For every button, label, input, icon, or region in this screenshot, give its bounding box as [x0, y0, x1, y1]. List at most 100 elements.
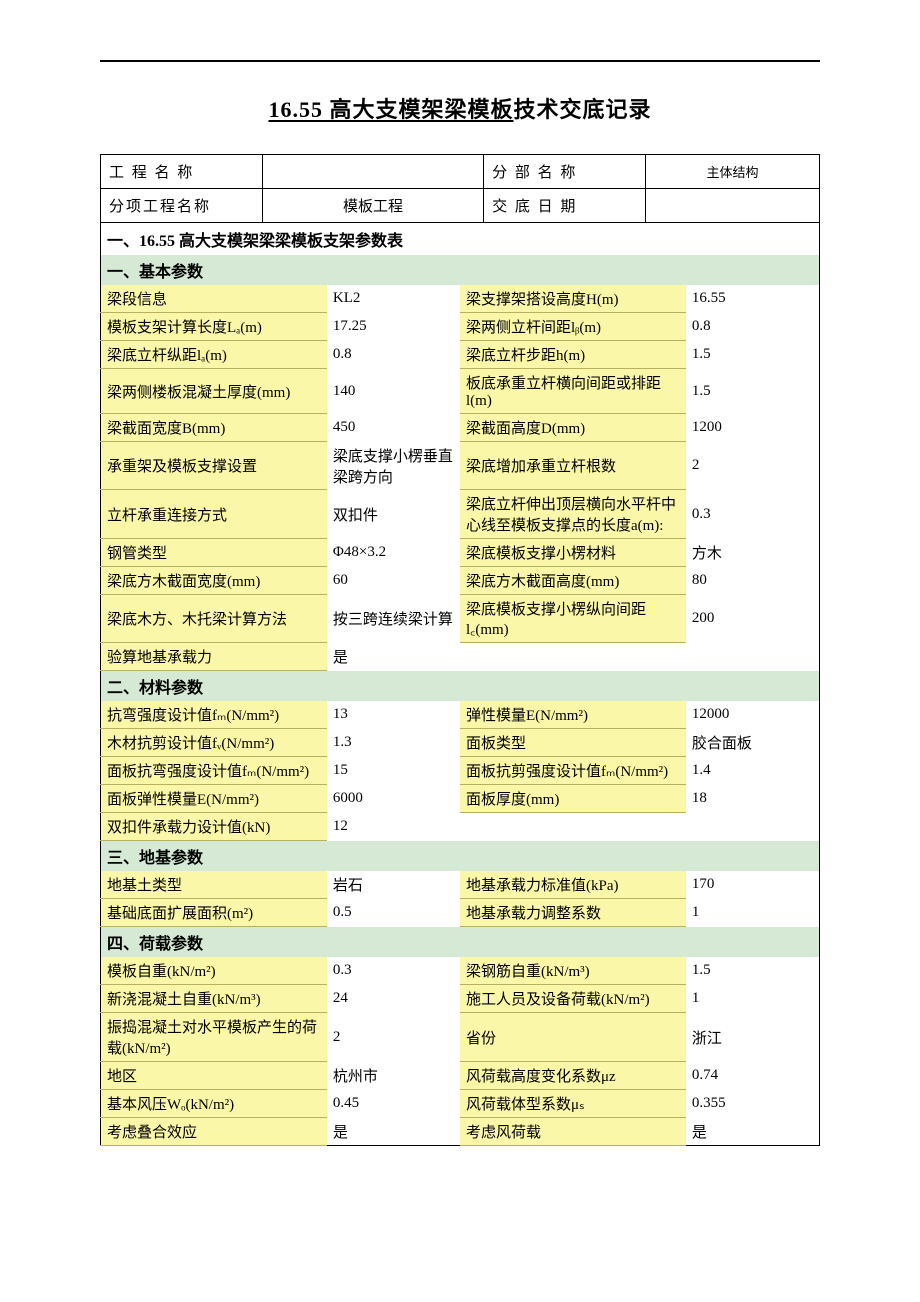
param-value: 岩石 — [327, 871, 460, 899]
param-value: 15 — [327, 757, 460, 785]
group-header: 二、材料参数 — [101, 671, 820, 702]
param-row: 面板抗弯强度设计值fₘ(N/mm²)15面板抗剪强度设计值fₘ(N/mm²)1.… — [101, 757, 820, 785]
param-value: 1 — [686, 985, 820, 1013]
param-row: 地区杭州市风荷载高度变化系数μz0.74 — [101, 1062, 820, 1090]
param-key: 梁底模板支撑小楞材料 — [460, 539, 686, 567]
parameter-table: 一、16.55 高大支模架梁梁模板支架参数表 一、基本参数梁段信息KL2梁支撑架… — [100, 223, 820, 1146]
param-value: 是 — [327, 643, 460, 671]
group-header-cell: 二、材料参数 — [101, 671, 820, 702]
param-value — [686, 813, 820, 841]
param-key: 梁支撑架搭设高度H(m) — [460, 285, 686, 313]
header-row-2: 分项工程名称 模板工程 交 底 日 期 — [101, 189, 820, 223]
param-value: 0.3 — [686, 490, 820, 539]
param-value: 0.45 — [327, 1090, 460, 1118]
param-key: 风荷载高度变化系数μz — [460, 1062, 686, 1090]
param-value: 0.74 — [686, 1062, 820, 1090]
param-value: 60 — [327, 567, 460, 595]
param-value: 12 — [327, 813, 460, 841]
title-underline: 16.55 高大支模架梁模板 — [268, 97, 513, 122]
param-row: 梁两侧楼板混凝土厚度(mm)140板底承重立杆横向间距或排距l(m)1.5 — [101, 369, 820, 414]
param-value: 1.5 — [686, 369, 820, 414]
param-row: 抗弯强度设计值fₘ(N/mm²)13弹性模量E(N/mm²)12000 — [101, 701, 820, 729]
param-key: 梁截面宽度B(mm) — [101, 414, 327, 442]
param-key: 弹性模量E(N/mm²) — [460, 701, 686, 729]
param-value: 12000 — [686, 701, 820, 729]
param-value: 17.25 — [327, 313, 460, 341]
param-key: 梁底方木截面高度(mm) — [460, 567, 686, 595]
param-row: 考虑叠合效应是考虑风荷载是 — [101, 1118, 820, 1146]
param-key: 梁截面高度D(mm) — [460, 414, 686, 442]
param-row: 双扣件承载力设计值(kN)12 — [101, 813, 820, 841]
param-key: 梁底立杆伸出顶层横向水平杆中心线至模板支撑点的长度a(m): — [460, 490, 686, 539]
param-key: 基础底面扩展面积(m²) — [101, 899, 327, 927]
param-row: 模板支架计算长度Lₐ(m)17.25梁两侧立杆间距lᵦ(m)0.8 — [101, 313, 820, 341]
param-key: 风荷载体型系数μₛ — [460, 1090, 686, 1118]
date-label: 交 底 日 期 — [484, 189, 646, 223]
param-key: 面板类型 — [460, 729, 686, 757]
param-value: 6000 — [327, 785, 460, 813]
param-row: 梁底立杆纵距lₐ(m)0.8梁底立杆步距h(m)1.5 — [101, 341, 820, 369]
param-key — [460, 643, 686, 671]
param-value: 1.5 — [686, 957, 820, 985]
section-name-value: 主体结构 — [646, 155, 820, 189]
param-key: 考虑叠合效应 — [101, 1118, 327, 1146]
param-value: 按三跨连续梁计算 — [327, 595, 460, 643]
param-row: 地基土类型岩石地基承载力标准值(kPa)170 — [101, 871, 820, 899]
param-row: 模板自重(kN/m²)0.3梁钢筋自重(kN/m³)1.5 — [101, 957, 820, 985]
param-value: 2 — [686, 442, 820, 490]
param-row: 木材抗剪设计值fᵥ(N/mm²)1.3面板类型胶合面板 — [101, 729, 820, 757]
param-key: 木材抗剪设计值fᵥ(N/mm²) — [101, 729, 327, 757]
param-row: 钢管类型Φ48×3.2梁底模板支撑小楞材料方木 — [101, 539, 820, 567]
param-value: KL2 — [327, 285, 460, 313]
param-key: 梁钢筋自重(kN/m³) — [460, 957, 686, 985]
param-key: 梁两侧楼板混凝土厚度(mm) — [101, 369, 327, 414]
section-title-cell: 一、16.55 高大支模架梁梁模板支架参数表 — [101, 223, 820, 255]
param-row: 面板弹性模量E(N/mm²)6000面板厚度(mm)18 — [101, 785, 820, 813]
param-value: 方木 — [686, 539, 820, 567]
param-key: 地基承载力标准值(kPa) — [460, 871, 686, 899]
param-key: 梁底立杆步距h(m) — [460, 341, 686, 369]
title-rest: 技术交底记录 — [514, 97, 652, 122]
param-row: 基础底面扩展面积(m²)0.5地基承载力调整系数1 — [101, 899, 820, 927]
param-value: 2 — [327, 1013, 460, 1062]
param-key: 钢管类型 — [101, 539, 327, 567]
group-header-cell: 三、地基参数 — [101, 841, 820, 872]
param-key: 梁两侧立杆间距lᵦ(m) — [460, 313, 686, 341]
param-row: 基本风压Wₒ(kN/m²)0.45风荷载体型系数μₛ0.355 — [101, 1090, 820, 1118]
param-value: 200 — [686, 595, 820, 643]
param-value: 梁底支撑小楞垂直梁跨方向 — [327, 442, 460, 490]
param-value: 胶合面板 — [686, 729, 820, 757]
param-key: 面板抗弯强度设计值fₘ(N/mm²) — [101, 757, 327, 785]
param-value: 0.8 — [327, 341, 460, 369]
page-title: 16.55 高大支模架梁模板技术交底记录 — [100, 92, 820, 124]
param-key: 承重架及模板支撑设置 — [101, 442, 327, 490]
group-header-cell: 四、荷载参数 — [101, 927, 820, 958]
param-value: 24 — [327, 985, 460, 1013]
param-row: 振捣混凝土对水平模板产生的荷载(kN/m²)2省份浙江 — [101, 1013, 820, 1062]
param-key: 梁底木方、木托梁计算方法 — [101, 595, 327, 643]
param-row: 验算地基承载力是 — [101, 643, 820, 671]
param-value: 1.5 — [686, 341, 820, 369]
param-value: 0.3 — [327, 957, 460, 985]
param-value: 16.55 — [686, 285, 820, 313]
param-value: 170 — [686, 871, 820, 899]
param-value: 450 — [327, 414, 460, 442]
param-value — [686, 643, 820, 671]
section-title-row: 一、16.55 高大支模架梁梁模板支架参数表 — [101, 223, 820, 255]
param-value: 是 — [686, 1118, 820, 1146]
param-row: 梁底木方、木托梁计算方法按三跨连续梁计算梁底模板支撑小楞纵向间距l꜀(mm)20… — [101, 595, 820, 643]
param-key: 模板自重(kN/m²) — [101, 957, 327, 985]
param-key: 梁底增加承重立杆根数 — [460, 442, 686, 490]
param-value: Φ48×3.2 — [327, 539, 460, 567]
param-key: 地基土类型 — [101, 871, 327, 899]
param-value: 杭州市 — [327, 1062, 460, 1090]
param-value: 18 — [686, 785, 820, 813]
param-row: 承重架及模板支撑设置梁底支撑小楞垂直梁跨方向梁底增加承重立杆根数2 — [101, 442, 820, 490]
param-row: 梁底方木截面宽度(mm)60梁底方木截面高度(mm)80 — [101, 567, 820, 595]
param-key: 梁段信息 — [101, 285, 327, 313]
param-key: 省份 — [460, 1013, 686, 1062]
param-key: 考虑风荷载 — [460, 1118, 686, 1146]
header-row-1: 工 程 名 称 分 部 名 称 主体结构 — [101, 155, 820, 189]
param-key: 抗弯强度设计值fₘ(N/mm²) — [101, 701, 327, 729]
param-value: 是 — [327, 1118, 460, 1146]
